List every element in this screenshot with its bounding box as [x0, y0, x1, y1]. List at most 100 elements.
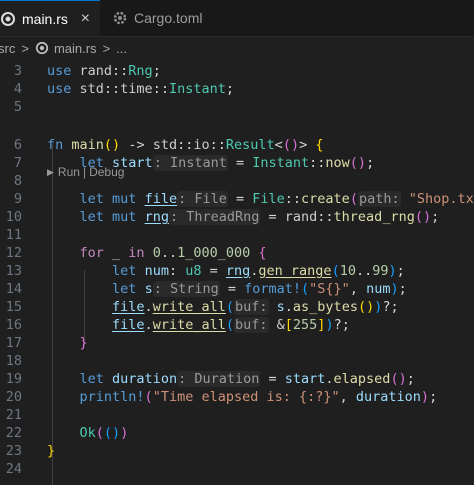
code-line[interactable]: 18 [0, 352, 474, 370]
code-text[interactable]: file.write_all(buf: s.as_bytes())?; [47, 298, 399, 316]
code-token: ( [225, 299, 234, 315]
inlay-hint: : String [152, 281, 220, 297]
code-token: println! [79, 389, 145, 405]
code-token: 10 [339, 263, 356, 279]
code-token: ( [225, 317, 234, 333]
code-token: ( [331, 263, 340, 279]
line-number: 13 [5, 263, 22, 279]
line-number: 15 [5, 299, 22, 315]
code-text[interactable]: } [47, 334, 88, 352]
code-line[interactable]: 8 [0, 172, 474, 190]
code-line[interactable]: 14 let s: String = format!("S{}", num); [0, 280, 474, 298]
code-line[interactable]: 10 let mut rng: ThreadRng = rand::thread… [0, 208, 474, 226]
line-number: 7 [13, 155, 22, 171]
code-token: ( [95, 425, 104, 441]
code-token: let [79, 155, 104, 171]
code-text[interactable]: let mut rng: ThreadRng = rand::thread_rn… [47, 208, 439, 226]
tab-cargo-toml[interactable]: Cargo.toml [100, 0, 210, 36]
line-number: 5 [13, 99, 22, 115]
tab-label: main.rs [22, 10, 68, 27]
code-token: let [112, 281, 137, 297]
code-token: s [144, 281, 153, 297]
code-text[interactable]: Ok(()) [47, 424, 129, 442]
line-number: 19 [5, 371, 22, 387]
code-token: , [349, 281, 367, 297]
code-line[interactable]: 23} [0, 442, 474, 460]
code-line[interactable]: 19 let duration: Duration = start.elapse… [0, 370, 474, 388]
line-number: 11 [5, 227, 22, 243]
code-token: write_all [152, 317, 226, 333]
code-token: Instant [252, 155, 310, 171]
code-line[interactable]: 24 [0, 460, 474, 478]
code-token: () [357, 299, 375, 315]
code-line[interactable]: 15 file.write_all(buf: s.as_bytes())?; [0, 298, 474, 316]
code-line[interactable]: 21 [0, 406, 474, 424]
code-token: = [201, 263, 226, 279]
code-line[interactable]: 17 } [0, 334, 474, 352]
code-line[interactable]: 9 let mut file: File = File::create(path… [0, 190, 474, 208]
code-text[interactable]: for _ in 0..1_000_000 { [47, 244, 267, 262]
code-token: : [168, 263, 186, 279]
code-text[interactable]: use std::time::Instant; [47, 80, 234, 98]
code-line[interactable]: 20 println!("Time elapsed is: {:?}", dur… [0, 388, 474, 406]
tab-main-rs[interactable]: main.rs × [0, 0, 100, 36]
code-token: ( [349, 191, 358, 207]
code-token: start [112, 155, 153, 171]
code-text[interactable]: } [47, 442, 55, 460]
code-line[interactable]: 12 for _ in 0..1_000_000 { [0, 244, 474, 262]
code-token: > [299, 137, 308, 153]
code-line[interactable]: 22 Ok(()) [0, 424, 474, 442]
code-line[interactable]: 4 use std::time::Instant; [0, 80, 474, 98]
code-line[interactable]: 16 file.write_all(buf: &[255])?; [0, 316, 474, 334]
code-line[interactable]: 7 let start: Instant = Instant::now(); [0, 154, 474, 172]
code-token: , [339, 389, 356, 405]
code-text[interactable]: file.write_all(buf: &[255])?; [47, 316, 350, 334]
code-line[interactable]: 13 let num: u8 = rng.gen_range(10..99); [0, 262, 474, 280]
code-line[interactable]: 5 [0, 98, 474, 116]
code-token: 99 [372, 263, 389, 279]
line-number: 22 [5, 425, 22, 441]
code-text[interactable]: use rand::Rng; [47, 62, 161, 80]
code-line[interactable]: 11 [0, 226, 474, 244]
code-token: 255 [292, 317, 318, 333]
code-text[interactable]: let start: Instant = Instant::now(); [47, 154, 374, 172]
code-line[interactable]: 6 fn main() -> std::io::Result<()> { [0, 136, 474, 154]
code-text[interactable]: println!("Time elapsed is: {:?}", durati… [47, 388, 438, 406]
code-token: ) [120, 425, 129, 441]
line-number: 14 [5, 281, 22, 297]
code-token: mut [112, 209, 137, 225]
code-text[interactable]: fn main() -> std::io::Result<()> { [47, 136, 324, 154]
code-token: .. [355, 263, 373, 279]
code-line[interactable]: 3 use rand::Rng; [0, 62, 474, 80]
code-token: let [79, 191, 104, 207]
code-token: -> [120, 137, 153, 153]
code-token: ?; [333, 317, 350, 333]
code-text[interactable]: let mut file: File = File::create(path: … [47, 190, 474, 208]
code-editor[interactable]: ▶ Run | Debug 3 use rand::Rng; 4 use std::t… [0, 46, 474, 485]
code-text[interactable]: let s: String = format!("S{}", num); [47, 280, 407, 298]
code-token: . [144, 299, 153, 315]
code-token: ; [406, 371, 415, 387]
inlay-hint: buf: [233, 299, 269, 315]
code-token: duration [112, 371, 178, 387]
code-token: rand [284, 209, 318, 225]
code-token: as_bytes [292, 299, 358, 315]
code-token: let [79, 209, 104, 225]
code-token: create [301, 191, 350, 207]
line-number: 21 [5, 407, 22, 423]
code-token: elapsed [333, 371, 391, 387]
code-text[interactable]: let duration: Duration = start.elapsed()… [47, 370, 415, 388]
line-number: 24 [5, 461, 22, 477]
code-token: _ [103, 245, 129, 261]
code-text[interactable]: let num: u8 = rng.gen_range(10..99); [47, 262, 405, 280]
code-token: for [79, 245, 104, 261]
close-icon[interactable]: × [81, 10, 90, 28]
code-token: std [71, 81, 104, 97]
line-number: 18 [5, 353, 22, 369]
